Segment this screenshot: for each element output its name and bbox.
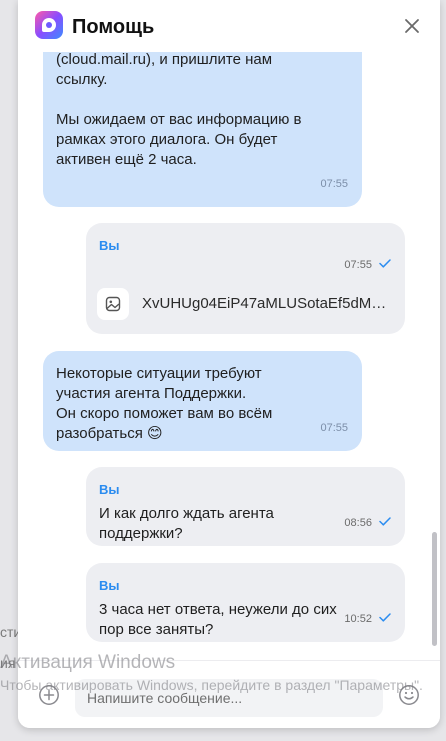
background-text-fragment: ия xyxy=(0,655,16,671)
sender-name: Вы xyxy=(99,482,120,497)
message-time: 10:52 xyxy=(344,612,372,625)
checkmark-icon xyxy=(379,609,391,629)
close-icon[interactable] xyxy=(402,16,422,36)
scrollbar-thumb[interactable] xyxy=(432,532,437,646)
message-time: 07:55 xyxy=(320,422,348,434)
message-time: 07:55 xyxy=(320,178,348,190)
checkmark-icon xyxy=(379,513,391,533)
smiley-icon[interactable] xyxy=(398,684,420,706)
chat-logo-icon xyxy=(35,11,63,39)
sender-name: Вы xyxy=(99,238,120,253)
incoming-message: Некоторые ситуации требуют участия агент… xyxy=(43,351,362,451)
message-composer xyxy=(18,660,440,728)
message-time: 07:55 xyxy=(344,259,372,271)
message-time: 08:56 xyxy=(344,516,372,529)
sender-name: Вы xyxy=(99,578,120,593)
chat-header: Помощь xyxy=(18,0,440,52)
message-list[interactable]: попробуйте загрузить его в любое облако,… xyxy=(18,0,440,660)
checkmark-icon xyxy=(379,255,391,275)
outgoing-file-message: Вы 07:55 XvUHUg04EiP47aMLUSotaEf5dMwl... xyxy=(86,223,405,334)
message-time-row: 10:52 xyxy=(344,609,391,629)
help-chat-window: попробуйте загрузить его в любое облако,… xyxy=(18,0,440,728)
page-title: Помощь xyxy=(72,16,155,38)
attached-file[interactable]: XvUHUg04EiP47aMLUSotaEf5dMwl... xyxy=(97,288,393,320)
message-time-row: 08:56 xyxy=(344,513,391,533)
outgoing-message: Вы 3 часа нет ответа, неужели до сих пор… xyxy=(86,563,405,642)
file-name: XvUHUg04EiP47aMLUSotaEf5dMwl... xyxy=(142,295,393,312)
outgoing-message: Вы И как долго ждать агента поддержки? 0… xyxy=(86,467,405,546)
message-input[interactable] xyxy=(75,679,383,717)
message-time-row: 07:55 xyxy=(344,255,391,275)
plus-circle-icon[interactable] xyxy=(38,684,60,706)
image-file-icon xyxy=(97,288,129,320)
message-text: Некоторые ситуации требуют участия агент… xyxy=(56,365,273,442)
